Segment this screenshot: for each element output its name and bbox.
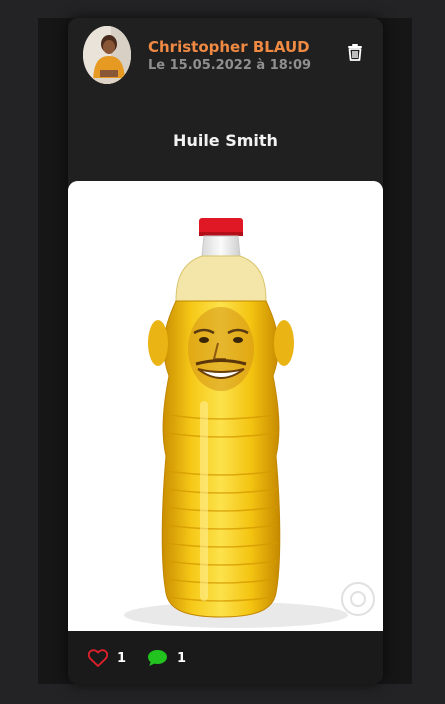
post-title: Huile Smith [173, 131, 278, 150]
author-name[interactable]: Christopher BLAUD [148, 38, 310, 56]
trash-icon [348, 44, 362, 61]
like-button[interactable]: 1 [88, 647, 126, 669]
comment-button[interactable]: 1 [147, 647, 186, 669]
heart-outline-icon [88, 649, 108, 667]
speech-bubble-icon [148, 650, 167, 666]
avatar-image [83, 26, 131, 84]
likes-count: 1 [117, 650, 127, 666]
oil-bottle-image [68, 181, 383, 631]
post-header: Christopher BLAUD Le 15.05.2022 à 18:09 [68, 18, 383, 98]
post-image[interactable] [68, 181, 383, 631]
post-date: Le 15.05.2022 à 18:09 [148, 58, 312, 73]
post-card: Christopher BLAUD Le 15.05.2022 à 18:09 … [68, 18, 383, 684]
delete-button[interactable] [345, 42, 365, 62]
comments-count: 1 [177, 650, 187, 666]
avatar[interactable] [83, 26, 131, 84]
post-footer: 1 1 [68, 631, 383, 684]
